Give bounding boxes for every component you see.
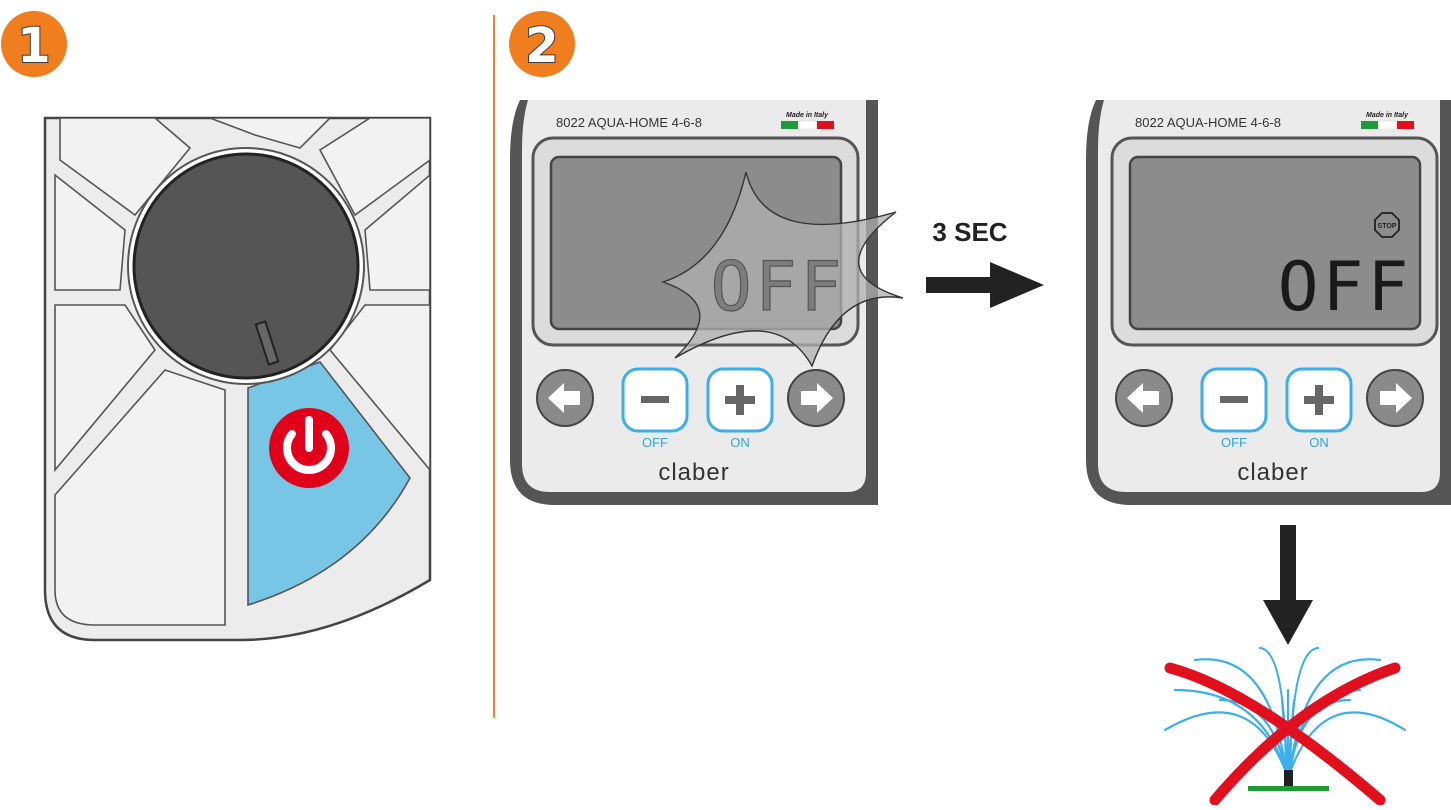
- italy-flag: [1361, 120, 1414, 130]
- hold-duration-label: 3 SEC: [932, 217, 1007, 247]
- minus-button[interactable]: [1200, 367, 1268, 433]
- brand-logo: claber: [1237, 459, 1308, 486]
- step-1-number: 1: [17, 18, 50, 74]
- timer-after: 8022 AQUA-HOME 4-6-8 Made in Italy STOP …: [1086, 100, 1451, 505]
- plus-label: ON: [1309, 435, 1329, 450]
- right-arrow-icon: [926, 262, 1044, 308]
- left-button[interactable]: [1115, 369, 1173, 427]
- step-2-badge: 2: [509, 11, 575, 77]
- step-1-badge: 1: [1, 11, 67, 77]
- rotary-dial[interactable]: [132, 152, 360, 380]
- brand-logo: claber: [658, 459, 729, 486]
- model-label: 8022 AQUA-HOME 4-6-8: [556, 115, 702, 130]
- programmer-dial-panel: [43, 116, 432, 642]
- lcd-off-flashing: OFF: [711, 248, 846, 327]
- minus-label: OFF: [1221, 435, 1247, 450]
- right-button[interactable]: [787, 369, 845, 427]
- plus-button[interactable]: [1285, 367, 1353, 433]
- right-button[interactable]: [1366, 369, 1424, 427]
- minus-icon: [641, 396, 669, 403]
- step-2-number: 2: [525, 18, 558, 74]
- made-in-italy: Made in Italy: [1366, 112, 1409, 119]
- minus-button[interactable]: [621, 367, 689, 433]
- plus-button[interactable]: [706, 367, 774, 433]
- stop-icon-text: STOP: [1378, 223, 1397, 230]
- plus-label: ON: [730, 435, 750, 450]
- power-button[interactable]: [269, 408, 349, 488]
- left-button[interactable]: [536, 369, 594, 427]
- no-watering-icon: [1163, 646, 1407, 806]
- instruction-diagram: 1 2 8022 AQUA-HOME 4-6-8 Made in Italy O…: [1, 11, 1451, 806]
- lcd-off: OFF: [1278, 248, 1413, 327]
- minus-label: OFF: [642, 435, 668, 450]
- timer-before: 8022 AQUA-HOME 4-6-8 Made in Italy OFF O…: [510, 100, 904, 505]
- minus-icon: [1220, 396, 1248, 403]
- italy-flag: [781, 120, 834, 130]
- made-in-italy: Made in Italy: [786, 112, 829, 119]
- down-arrow-icon: [1263, 525, 1313, 645]
- model-label: 8022 AQUA-HOME 4-6-8: [1135, 115, 1281, 130]
